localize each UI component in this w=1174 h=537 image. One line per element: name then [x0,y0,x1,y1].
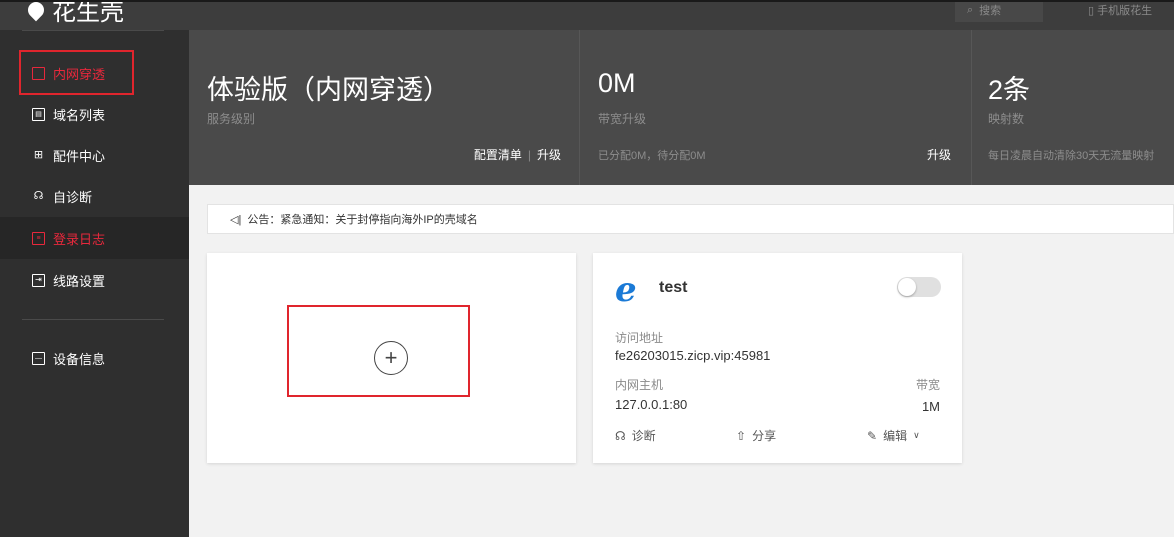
mappings-title: 2条 [988,75,1031,105]
sidebar-item-label: 自诊断 [53,189,93,205]
diagnose-icon: ☊ [615,428,626,443]
sidebar-item-label: 配件中心 [53,148,106,164]
sidebar-item-label: 登录日志 [53,231,106,247]
tunnel-card-actions: ☊ 诊断 ⇧ 分享 ✎ 编辑 ∨ [593,427,962,447]
sidebar-item-label: 域名列表 [53,107,106,123]
access-address-value[interactable]: fe26203015.zicp.vip:45981 [615,348,770,363]
sidebar-item-label: 线路设置 [53,273,106,289]
internal-host-value: 127.0.0.1:80 [615,397,688,412]
tunnel-enable-toggle[interactable] [897,277,941,297]
internal-host-label: 内网主机 [615,378,664,392]
search-icon: ⌕ [967,3,974,16]
stat-bandwidth: 0M 带宽升级 已分配0M，待分配0M 升级 [580,30,971,185]
list-icon: ▤ [32,107,45,121]
sidebar: 内网穿透 ▤ 域名列表 ⊞ 配件中心 ☊ 自诊断 ≡ 登录日志 ⇥ 线路设置 —… [0,30,189,537]
diagnose-button[interactable]: ☊ 诊断 [615,427,656,444]
sidebar-divider [22,319,164,320]
tunnel-card: e test 访问地址 fe26203015.zicp.vip:45981 内网… [593,253,962,463]
diagnose-icon: ☊ [33,189,44,202]
tunnel-name: test [659,279,688,296]
service-level-subtitle: 服务级别 [207,112,256,126]
upgrade-service-link[interactable]: 升级 [537,148,561,162]
announcement-bar[interactable]: ◁| 公告：紧急通知：关于封停指向海外IP的壳域名 [207,204,1174,234]
chevron-down-icon: ∨ [913,430,920,440]
device-icon: — [32,351,45,365]
edit-button[interactable]: ✎ 编辑 ∨ [867,427,920,444]
add-tunnel-card[interactable]: + [207,253,576,463]
stats-bar: 体验版（内网穿透） 服务级别 配置清单 | 升级 0M 带宽升级 已分配0M，待分配… [189,30,1174,185]
top-bar: 花生壳 ⌕ 搜索 ▯ 手机版花生 [0,0,1174,30]
stat-mappings: 2条 映射数 每日凌晨自动清除30天无流量映射 [972,30,1174,185]
bandwidth-value: 1M [921,399,940,414]
mappings-subtitle: 映射数 [988,112,1025,126]
sidebar-item-label: 设备信息 [53,351,106,367]
top-user-menu[interactable]: ▯ 手机版花生 [1088,2,1152,18]
top-search[interactable]: ⌕ 搜索 [955,2,1043,22]
bandwidth-label: 带宽 [915,378,940,392]
sidebar-divider-top [22,30,164,31]
toggle-knob [898,278,916,296]
share-button[interactable]: ⇧ 分享 [736,427,776,444]
service-actions: 配置清单 | 升级 [474,146,561,163]
access-address-label: 访问地址 [615,331,664,345]
search-label: 搜索 [979,5,1002,17]
stat-service-level: 体验版（内网穿透） 服务级别 配置清单 | 升级 [189,30,579,185]
pencil-icon: ✎ [867,428,878,443]
logo-text: 花生壳 [52,0,124,26]
log-icon: ≡ [32,231,45,245]
config-list-link[interactable]: 配置清单 [474,148,522,162]
top-user-label: 手机版花生 [1097,5,1153,17]
upgrade-bandwidth-link[interactable]: 升级 [927,146,951,163]
sidebar-item-self-diagnose[interactable]: ☊ 自诊断 [0,175,189,217]
logo-mark-icon [24,2,48,21]
ie-browser-icon: e [615,270,637,310]
bandwidth-allocation: 已分配0M，待分配0M [598,150,706,162]
share-label: 分享 [752,429,777,443]
diagnose-label: 诊断 [631,429,656,443]
sidebar-item-device-info[interactable]: — 设备信息 [0,337,189,379]
mappings-note: 每日凌晨自动清除30天无流量映射 [988,150,1155,162]
sidebar-item-routes[interactable]: ⇥ 线路设置 [0,259,189,301]
service-level-title: 体验版（内网穿透） [207,75,450,105]
highlight-box-sidebar [19,50,134,95]
edit-label: 编辑 [883,429,908,443]
logo[interactable]: 花生壳 [24,0,124,27]
grid-icon: ⊞ [33,148,44,161]
action-separator: | [527,148,531,162]
route-icon: ⇥ [32,273,45,287]
sidebar-item-login-log[interactable]: ≡ 登录日志 [0,217,189,259]
announcement-text: 公告：紧急通知：关于封停指向海外IP的壳域名 [247,214,478,226]
speaker-icon: ◁| [230,213,242,226]
sidebar-item-accessories[interactable]: ⊞ 配件中心 [0,134,189,176]
add-tunnel-button[interactable]: + [374,341,408,375]
share-icon: ⇧ [736,428,747,443]
phone-icon: ▯ [1088,5,1095,17]
bandwidth-title: 0M [598,68,636,98]
sidebar-item-domains[interactable]: ▤ 域名列表 [0,93,189,135]
bandwidth-subtitle: 带宽升级 [598,112,647,126]
